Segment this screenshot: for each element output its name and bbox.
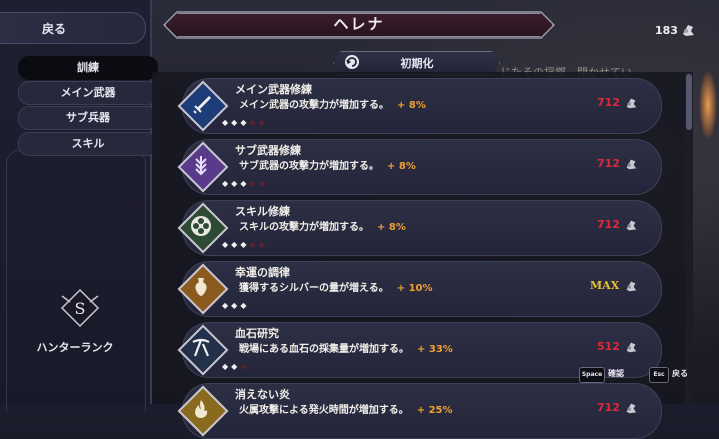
upgrade-description: メイン武器の攻撃力が増加する。 + 8% (239, 96, 426, 111)
upgrade-description-text: メイン武器の攻撃力が増加する。 (239, 100, 389, 111)
upgrade-cost: 712 (597, 96, 620, 109)
back-prompt-label: 戻る (672, 369, 688, 378)
upgrade-description: サブ武器の攻撃力が増加する。 + 8% (239, 157, 416, 172)
back-button-label: 戻る (42, 22, 67, 36)
upgrade-bonus: + 8% (397, 100, 426, 111)
sword-icon (177, 80, 229, 132)
upgrade-name: 血石研究 (235, 327, 279, 340)
level-pip-filled: ◆ (222, 240, 232, 249)
upgrade-cost: 512 (597, 340, 620, 353)
upgrade-description: 獲得するシルバーの量が増える。 + 10% (239, 279, 433, 294)
silver-currency-icon (626, 342, 637, 353)
level-pip-filled: ◆ (240, 301, 250, 310)
reset-label: 初期化 (400, 57, 434, 70)
level-pip-empty: ◆ (258, 118, 268, 127)
upgrade-description: 戦場にある血石の採集量が増加する。 + 33% (239, 340, 453, 355)
confirm-prompt-label: 確認 (608, 369, 624, 378)
upgrade-cost: 712 (597, 401, 620, 414)
upgrade-description-text: サブ武器の攻撃力が増加する。 (239, 161, 379, 172)
level-pip-filled: ◆ (222, 362, 232, 371)
upgrade-cost: 712 (597, 157, 620, 170)
space-key: Space (579, 367, 605, 383)
upgrade-level-pips: ◆◆◆◆◆ (222, 179, 268, 188)
silver-currency-icon (626, 220, 637, 231)
upgrade-description: 火属攻撃による発火時間が増加する。 + 25% (239, 401, 453, 416)
silver-currency-icon (626, 159, 637, 170)
pickaxe-icon (177, 324, 229, 376)
lantern-light (699, 70, 717, 140)
tab-skill[interactable]: スキル (18, 132, 158, 156)
upgrade-cost: 712 (597, 218, 620, 231)
tab-sub-weapon[interactable]: サブ兵器 (18, 106, 158, 130)
silver-currency-icon (626, 403, 637, 414)
level-pip-empty: ◆ (249, 240, 259, 249)
upgrade-description-text: 戦場にある血石の採集量が増加する。 (239, 344, 409, 355)
upgrade-name: スキル修練 (235, 205, 290, 218)
hunter-rank-emblem-icon: S (60, 288, 100, 328)
level-pip-filled: ◆ (222, 301, 232, 310)
upgrade-description-text: スキルの攻撃力が増加する。 (239, 222, 369, 233)
hunter-rank-label: ハンターランク (36, 341, 114, 354)
level-pip-empty: ◆ (258, 179, 268, 188)
page-title: ヘレナ (333, 15, 385, 33)
upgrade-bonus: + 8% (387, 161, 416, 172)
level-pip-filled: ◆ (231, 240, 241, 249)
upgrade-name: 幸運の調律 (235, 266, 290, 279)
upgrade-name: サブ武器修練 (235, 144, 301, 157)
flame-icon (177, 385, 229, 437)
upgrade-bonus: + 10% (396, 283, 433, 294)
upgrade-level-pips: ◆◆◆◆◆ (222, 240, 268, 249)
level-pip-empty: ◆ (240, 362, 250, 371)
silver-currency-icon (626, 281, 637, 292)
level-pip-filled: ◆ (222, 179, 232, 188)
tab-training[interactable]: 訓練 (18, 56, 158, 80)
silver-currency-icon (626, 98, 637, 109)
level-pip-empty: ◆ (249, 179, 259, 188)
scrollbar-thumb[interactable] (686, 74, 692, 130)
esc-key: Esc (649, 367, 669, 383)
upgrade-cost: MAX (590, 279, 620, 292)
flower-icon (177, 202, 229, 254)
sidebar-frame (6, 150, 146, 411)
upgrade-description: スキルの攻撃力が増加する。 + 8% (239, 218, 406, 233)
currency-count: 183 (655, 24, 678, 37)
tab-main-weapon[interactable]: メイン武器 (18, 81, 158, 105)
upgrade-level-pips: ◆◆◆ (222, 362, 249, 371)
level-pip-filled: ◆ (231, 179, 241, 188)
upgrade-name: メイン武器修練 (235, 83, 312, 96)
upgrade-level-pips: ◆◆◆◆◆ (222, 118, 268, 127)
level-pip-empty: ◆ (249, 118, 259, 127)
upgrade-bonus: + 8% (377, 222, 406, 233)
level-pip-filled: ◆ (231, 118, 241, 127)
back-button[interactable]: 戻る (0, 12, 146, 44)
vase-icon (177, 263, 229, 315)
upgrade-bonus: + 33% (417, 344, 453, 355)
rank-letter: S (75, 299, 86, 318)
level-pip-filled: ◆ (231, 362, 241, 371)
reset-icon (345, 55, 359, 69)
level-pip-filled: ◆ (222, 118, 232, 127)
level-pip-empty: ◆ (258, 240, 268, 249)
silver-currency-icon (683, 25, 694, 36)
upgrade-level-pips: ◆◆◆ (222, 301, 249, 310)
upgrade-name: 消えない炎 (235, 388, 290, 401)
level-pip-filled: ◆ (231, 301, 241, 310)
upgrade-description-text: 獲得するシルバーの量が増える。 (239, 283, 389, 294)
upgrade-description-text: 火属攻撃による発火時間が増加する。 (239, 405, 409, 416)
daggers-icon (177, 141, 229, 193)
upgrade-bonus: + 25% (416, 405, 453, 416)
